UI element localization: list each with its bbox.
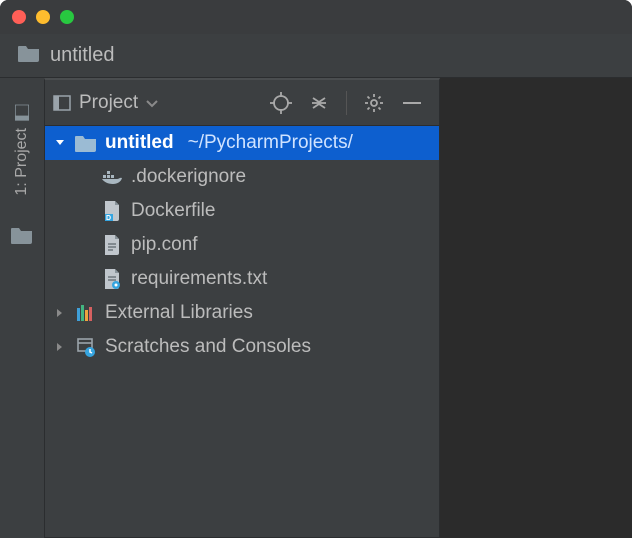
panel-title-label: Project xyxy=(79,92,138,114)
expand-arrow-right-icon xyxy=(53,308,67,318)
minimize-icon xyxy=(403,101,421,105)
libraries-icon xyxy=(75,304,97,322)
chevron-down-icon xyxy=(146,92,158,114)
tree-root-folder[interactable]: untitled ~/PycharmProjects/ xyxy=(45,126,439,160)
layout-icon xyxy=(53,95,71,111)
file-name: .dockerignore xyxy=(131,166,246,188)
close-window[interactable] xyxy=(12,10,26,24)
left-gutter: 1: Project xyxy=(0,78,44,538)
tree-file[interactable]: D Dockerfile xyxy=(45,194,439,228)
titlebar xyxy=(0,0,632,34)
folder-icon xyxy=(18,44,40,67)
file-name: pip.conf xyxy=(131,234,198,256)
requirements-file-icon xyxy=(101,269,123,289)
tree-root-name: untitled xyxy=(105,132,174,154)
tree-node-label: Scratches and Consoles xyxy=(105,336,311,358)
panel-header: Project xyxy=(45,80,439,126)
dockerfile-icon: D xyxy=(101,201,123,221)
tree-root-path: ~/PycharmProjects/ xyxy=(188,132,353,154)
settings-button[interactable] xyxy=(357,86,391,120)
file-name: requirements.txt xyxy=(131,268,267,290)
collapse-all-button[interactable] xyxy=(302,86,336,120)
zoom-window[interactable] xyxy=(60,10,74,24)
tree-scratches[interactable]: Scratches and Consoles xyxy=(45,330,439,364)
svg-text:D: D xyxy=(106,215,111,221)
breadcrumb-name: untitled xyxy=(50,44,115,67)
window-controls xyxy=(12,10,74,24)
editor-area[interactable] xyxy=(440,78,632,538)
text-file-icon xyxy=(101,235,123,255)
tree-file[interactable]: pip.conf xyxy=(45,228,439,262)
locate-button[interactable] xyxy=(264,86,298,120)
tree-external-libraries[interactable]: External Libraries xyxy=(45,296,439,330)
breadcrumb[interactable]: untitled xyxy=(0,34,632,78)
folder-icon xyxy=(75,134,97,152)
ide-window: untitled 1: Project Project xyxy=(0,0,632,538)
minimize-window[interactable] xyxy=(36,10,50,24)
tree-file[interactable]: .dockerignore xyxy=(45,160,439,194)
collapse-icon xyxy=(309,93,329,113)
gear-icon xyxy=(364,93,384,113)
file-name: Dockerfile xyxy=(131,200,215,222)
hide-panel-button[interactable] xyxy=(395,86,429,120)
expand-arrow-down-icon xyxy=(53,138,67,148)
scratches-icon xyxy=(75,337,97,357)
expand-arrow-right-icon xyxy=(53,342,67,352)
tool-window-structure[interactable] xyxy=(11,226,33,249)
panel-view-selector[interactable]: Project xyxy=(53,92,158,114)
tool-window-project[interactable]: 1: Project xyxy=(13,106,31,196)
crosshair-icon xyxy=(270,92,292,114)
tree-node-label: External Libraries xyxy=(105,302,253,324)
project-panel: Project xyxy=(44,78,440,538)
tree-file[interactable]: requirements.txt xyxy=(45,262,439,296)
project-tree: untitled ~/PycharmProjects/ .dockerignor… xyxy=(45,126,439,372)
layout-icon xyxy=(15,105,29,121)
docker-icon xyxy=(101,169,123,185)
